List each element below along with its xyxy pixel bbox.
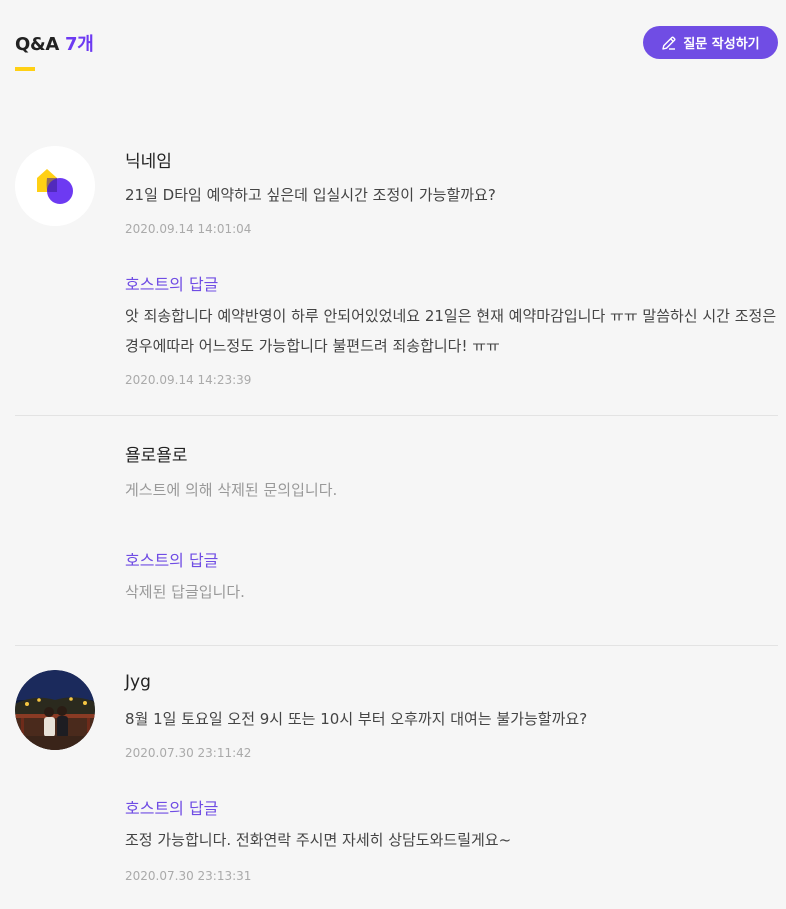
question-text: 8월 1일 토요일 오전 9시 또는 10시 부터 오후까지 대여는 불가능할까…	[125, 710, 588, 728]
qa-item: Jyg 8월 1일 토요일 오전 9시 또는 10시 부터 오후까지 대여는 불…	[15, 0, 778, 909]
host-reply-text: 조정 가능합니다. 전화연락 주시면 자세히 상담도와드릴게요~	[125, 831, 512, 849]
question-date: 2020.07.30 23:11:42	[125, 746, 252, 760]
avatar	[15, 670, 95, 750]
user-photo	[15, 670, 95, 750]
nickname: Jyg	[125, 672, 151, 692]
reply-date: 2020.07.30 23:13:31	[125, 869, 252, 883]
host-reply-label: 호스트의 답글	[125, 799, 219, 818]
